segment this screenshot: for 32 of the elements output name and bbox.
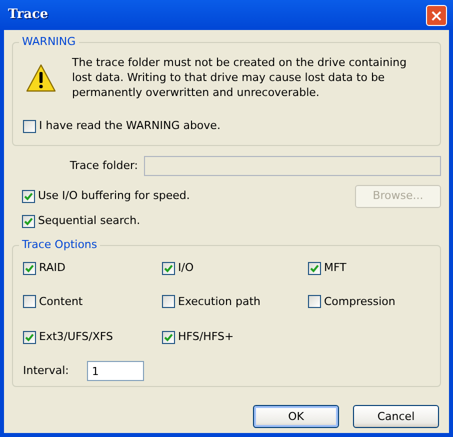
group-legend: Trace Options bbox=[19, 238, 100, 252]
checkbox-label[interactable]: I/O bbox=[178, 260, 194, 277]
checkbox[interactable] bbox=[22, 214, 35, 228]
warning-icon bbox=[26, 63, 56, 93]
dialog-button[interactable]: Cancel bbox=[353, 405, 439, 428]
checkbox-label[interactable]: Compression bbox=[324, 294, 396, 310]
checkbox-label[interactable]: I have read the WARNING above. bbox=[39, 118, 220, 134]
checkbox[interactable] bbox=[23, 262, 36, 275]
checkbox-label[interactable]: Sequential search. bbox=[38, 213, 140, 230]
checkbox[interactable] bbox=[162, 295, 175, 308]
checkbox[interactable] bbox=[308, 295, 321, 308]
field-label: Trace folder: bbox=[68, 158, 138, 174]
checkbox[interactable] bbox=[23, 120, 36, 133]
checkbox[interactable] bbox=[23, 330, 36, 344]
field-label: Interval: bbox=[23, 362, 69, 379]
checkbox-label[interactable]: Use I/O buffering for speed. bbox=[38, 188, 190, 205]
interval-field[interactable]: 1 bbox=[86, 361, 144, 381]
close-button[interactable]: × bbox=[426, 4, 447, 26]
checkbox[interactable] bbox=[308, 262, 321, 275]
dialog-button[interactable]: OK bbox=[253, 405, 339, 428]
window-title: Trace bbox=[8, 6, 48, 24]
checkbox-label[interactable]: Ext3/UFS/XFS bbox=[39, 328, 114, 346]
checkbox[interactable] bbox=[162, 262, 175, 275]
checkbox[interactable] bbox=[162, 330, 175, 344]
warning-text: The trace folder must not be created on the drive containing lost data. Writing to that drive may cause lost data to be permanently overwritten and unrecoverable. bbox=[72, 55, 408, 100]
checkbox-label[interactable]: Execution path bbox=[178, 294, 260, 310]
checkbox-label[interactable]: HFS/HFS+ bbox=[178, 328, 234, 346]
checkbox-label[interactable]: RAID bbox=[39, 260, 66, 277]
checkbox-label[interactable]: Content bbox=[39, 294, 83, 310]
checkbox[interactable] bbox=[22, 190, 35, 203]
checkbox[interactable] bbox=[23, 295, 36, 308]
checkbox-label[interactable]: MFT bbox=[324, 260, 346, 277]
